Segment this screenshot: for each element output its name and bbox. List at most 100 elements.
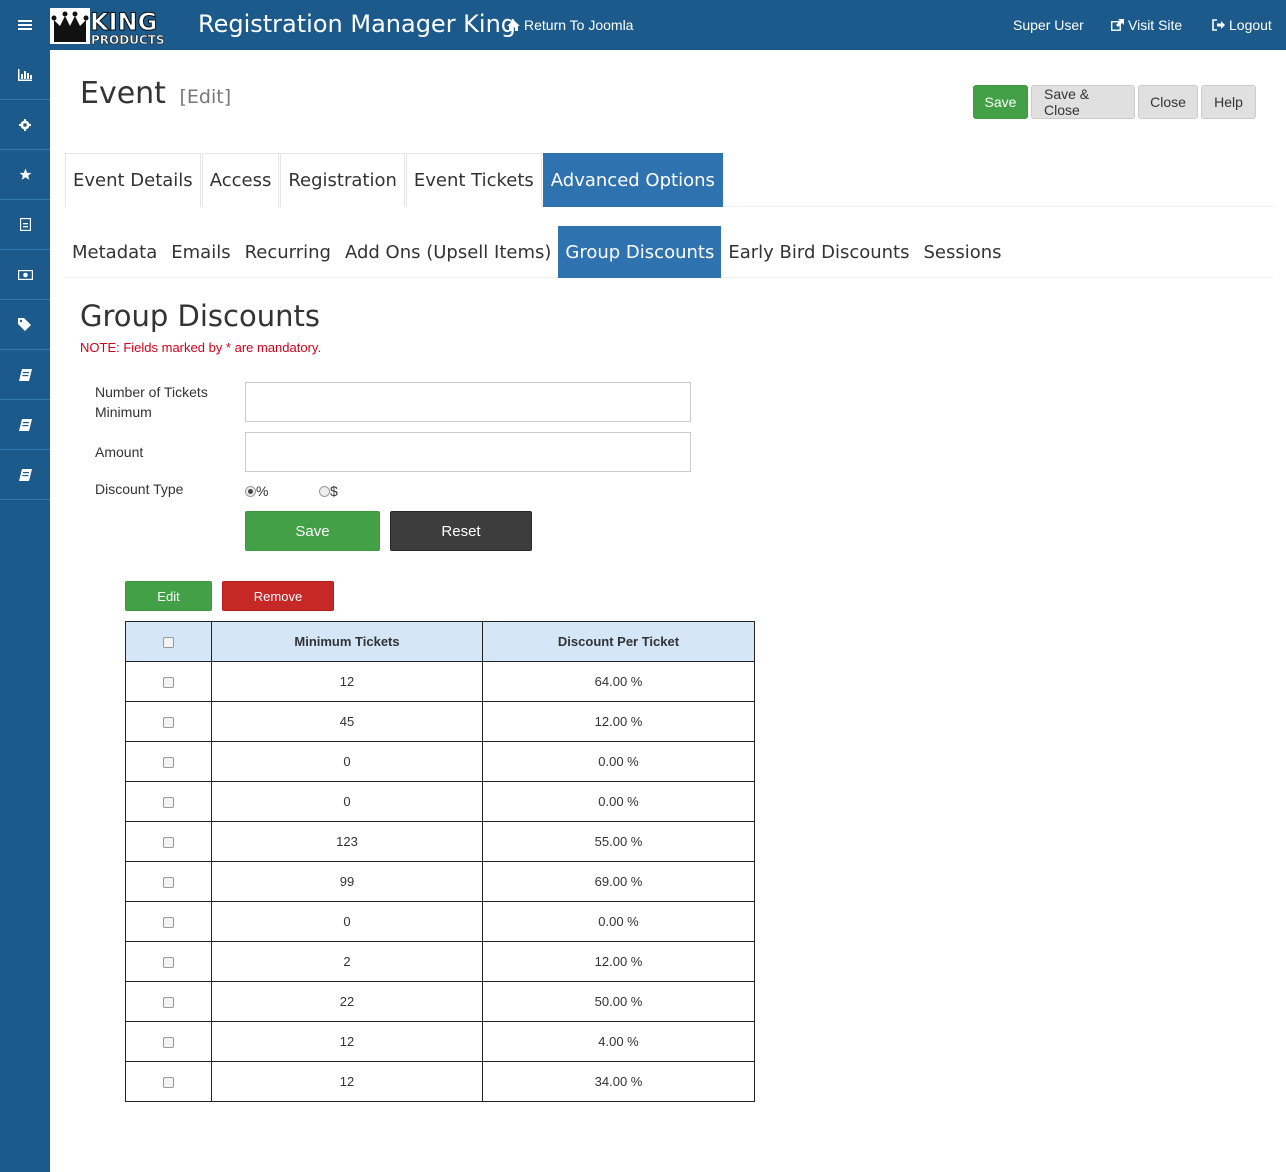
book-icon — [18, 368, 32, 381]
sidebar-item-tags[interactable] — [0, 300, 50, 350]
return-to-joomla-link[interactable]: Return To Joomla — [507, 17, 633, 33]
sidebar-item-book-2[interactable] — [0, 400, 50, 450]
sidebar-item-payments[interactable] — [0, 250, 50, 300]
close-button[interactable]: Close — [1138, 85, 1198, 119]
table-row[interactable]: 123 55.00 % — [125, 821, 755, 862]
minimum-tickets-cell: 2 — [211, 941, 483, 982]
tab-registration[interactable]: Registration — [280, 153, 405, 207]
row-checkbox[interactable] — [163, 677, 174, 689]
subtab-early-bird-discounts[interactable]: Early Bird Discounts — [721, 226, 916, 278]
sidebar-item-documents[interactable] — [0, 200, 50, 250]
toolbar: Save Save & Close Close Help — [973, 85, 1256, 119]
select-all-checkbox[interactable] — [163, 637, 174, 649]
row-checkbox[interactable] — [163, 757, 174, 769]
header-minimum-tickets[interactable]: Minimum Tickets — [211, 621, 483, 662]
amount-input[interactable] — [245, 432, 691, 472]
row-select-cell — [125, 821, 212, 862]
tab-access[interactable]: Access — [201, 153, 280, 207]
subtab-group-discounts[interactable]: Group Discounts — [558, 226, 722, 278]
subtab-sessions[interactable]: Sessions — [917, 226, 1009, 278]
discount-cell: 69.00 % — [482, 861, 755, 902]
table-row[interactable]: 22 50.00 % — [125, 981, 755, 1022]
row-select-cell — [125, 781, 212, 822]
visit-site-label: Visit Site — [1128, 17, 1183, 33]
table-row[interactable]: 12 64.00 % — [125, 661, 755, 702]
help-button[interactable]: Help — [1201, 85, 1256, 119]
table-row[interactable]: 45 12.00 % — [125, 701, 755, 742]
discount-type-percent-radio[interactable]: % — [245, 483, 268, 499]
mandatory-note: NOTE: Fields marked by * are mandatory. — [80, 340, 322, 355]
row-checkbox[interactable] — [163, 997, 174, 1009]
discount-type-dollar-radio[interactable]: $ — [319, 483, 338, 499]
app-title: Registration Manager King — [198, 10, 517, 38]
external-link-icon — [1111, 19, 1124, 31]
form-save-button[interactable]: Save — [245, 511, 380, 551]
edit-tag: [Edit] — [179, 86, 232, 108]
minimum-tickets-cell: 12 — [211, 661, 483, 702]
minimum-tickets-cell: 12 — [211, 1061, 483, 1102]
svg-text:KING: KING — [90, 8, 157, 36]
amount-label: Amount — [95, 444, 144, 460]
subtab-emails[interactable]: Emails — [164, 226, 237, 278]
table-row[interactable]: 2 12.00 % — [125, 941, 755, 982]
row-checkbox[interactable] — [163, 837, 174, 849]
min-tickets-input[interactable] — [245, 382, 691, 422]
edit-button[interactable]: Edit — [125, 581, 212, 611]
remove-button[interactable]: Remove — [222, 581, 334, 611]
row-checkbox[interactable] — [163, 1037, 174, 1049]
minimum-tickets-cell: 12 — [211, 1021, 483, 1062]
form-reset-button[interactable]: Reset — [390, 511, 532, 551]
document-icon — [19, 218, 31, 231]
row-checkbox[interactable] — [163, 877, 174, 889]
minimum-tickets-cell: 99 — [211, 861, 483, 902]
logout-link[interactable]: Logout — [1212, 17, 1272, 33]
header-discount-per-ticket[interactable]: Discount Per Ticket — [482, 621, 755, 662]
sidebar-item-book-1[interactable] — [0, 350, 50, 400]
table-row[interactable]: 0 0.00 % — [125, 901, 755, 942]
money-icon — [17, 269, 33, 280]
table-row[interactable]: 0 0.00 % — [125, 781, 755, 822]
row-checkbox[interactable] — [163, 717, 174, 729]
select-all-cell — [125, 621, 212, 662]
tab-event-details[interactable]: Event Details — [65, 153, 201, 207]
discount-cell: 64.00 % — [482, 661, 755, 702]
sidebar-item-book-3[interactable] — [0, 450, 50, 500]
sidebar-item-featured[interactable] — [0, 150, 50, 200]
row-checkbox[interactable] — [163, 917, 174, 929]
discount-cell: 4.00 % — [482, 1021, 755, 1062]
subtab-metadata[interactable]: Metadata — [65, 226, 164, 278]
sidebar-item-dashboard[interactable] — [0, 50, 50, 100]
tab-advanced-options[interactable]: Advanced Options — [542, 153, 723, 207]
visit-site-link[interactable]: Visit Site — [1111, 17, 1182, 33]
row-select-cell — [125, 861, 212, 902]
row-checkbox[interactable] — [163, 797, 174, 809]
discount-cell: 34.00 % — [482, 1061, 755, 1102]
king-products-logo[interactable]: KING PRODUCTS — [50, 6, 182, 47]
discount-cell: 50.00 % — [482, 981, 755, 1022]
min-tickets-label-line-1: Number of Tickets — [95, 384, 208, 400]
tab-event-tickets[interactable]: Event Tickets — [405, 153, 542, 207]
table-row[interactable]: 12 34.00 % — [125, 1061, 755, 1102]
save-button[interactable]: Save — [973, 85, 1028, 119]
book-icon — [18, 418, 32, 431]
table-row[interactable]: 12 4.00 % — [125, 1021, 755, 1062]
table-row[interactable]: 99 69.00 % — [125, 861, 755, 902]
minimum-tickets-cell: 123 — [211, 821, 483, 862]
super-user-link[interactable]: Super User — [1013, 17, 1084, 33]
sidebar-item-settings[interactable] — [0, 100, 50, 150]
menu-toggle-icon[interactable] — [0, 0, 50, 50]
min-tickets-label: Number of Tickets Minimum — [95, 382, 208, 422]
table-row[interactable]: 0 0.00 % — [125, 741, 755, 782]
save-close-button[interactable]: Save & Close — [1031, 85, 1135, 119]
logout-label: Logout — [1229, 17, 1272, 33]
row-checkbox[interactable] — [163, 1077, 174, 1089]
discount-cell: 0.00 % — [482, 781, 755, 822]
subtab-recurring[interactable]: Recurring — [238, 226, 338, 278]
main-tabs: Event Details Access Registration Event … — [65, 153, 1273, 207]
subtab-add-ons[interactable]: Add Ons (Upsell Items) — [338, 226, 558, 278]
group-discounts-table: Minimum Tickets Discount Per Ticket 12 64… — [125, 621, 755, 1102]
discount-cell: 12.00 % — [482, 941, 755, 982]
discount-cell: 0.00 % — [482, 741, 755, 782]
row-checkbox[interactable] — [163, 957, 174, 969]
page-title: Event [Edit] — [80, 76, 231, 111]
